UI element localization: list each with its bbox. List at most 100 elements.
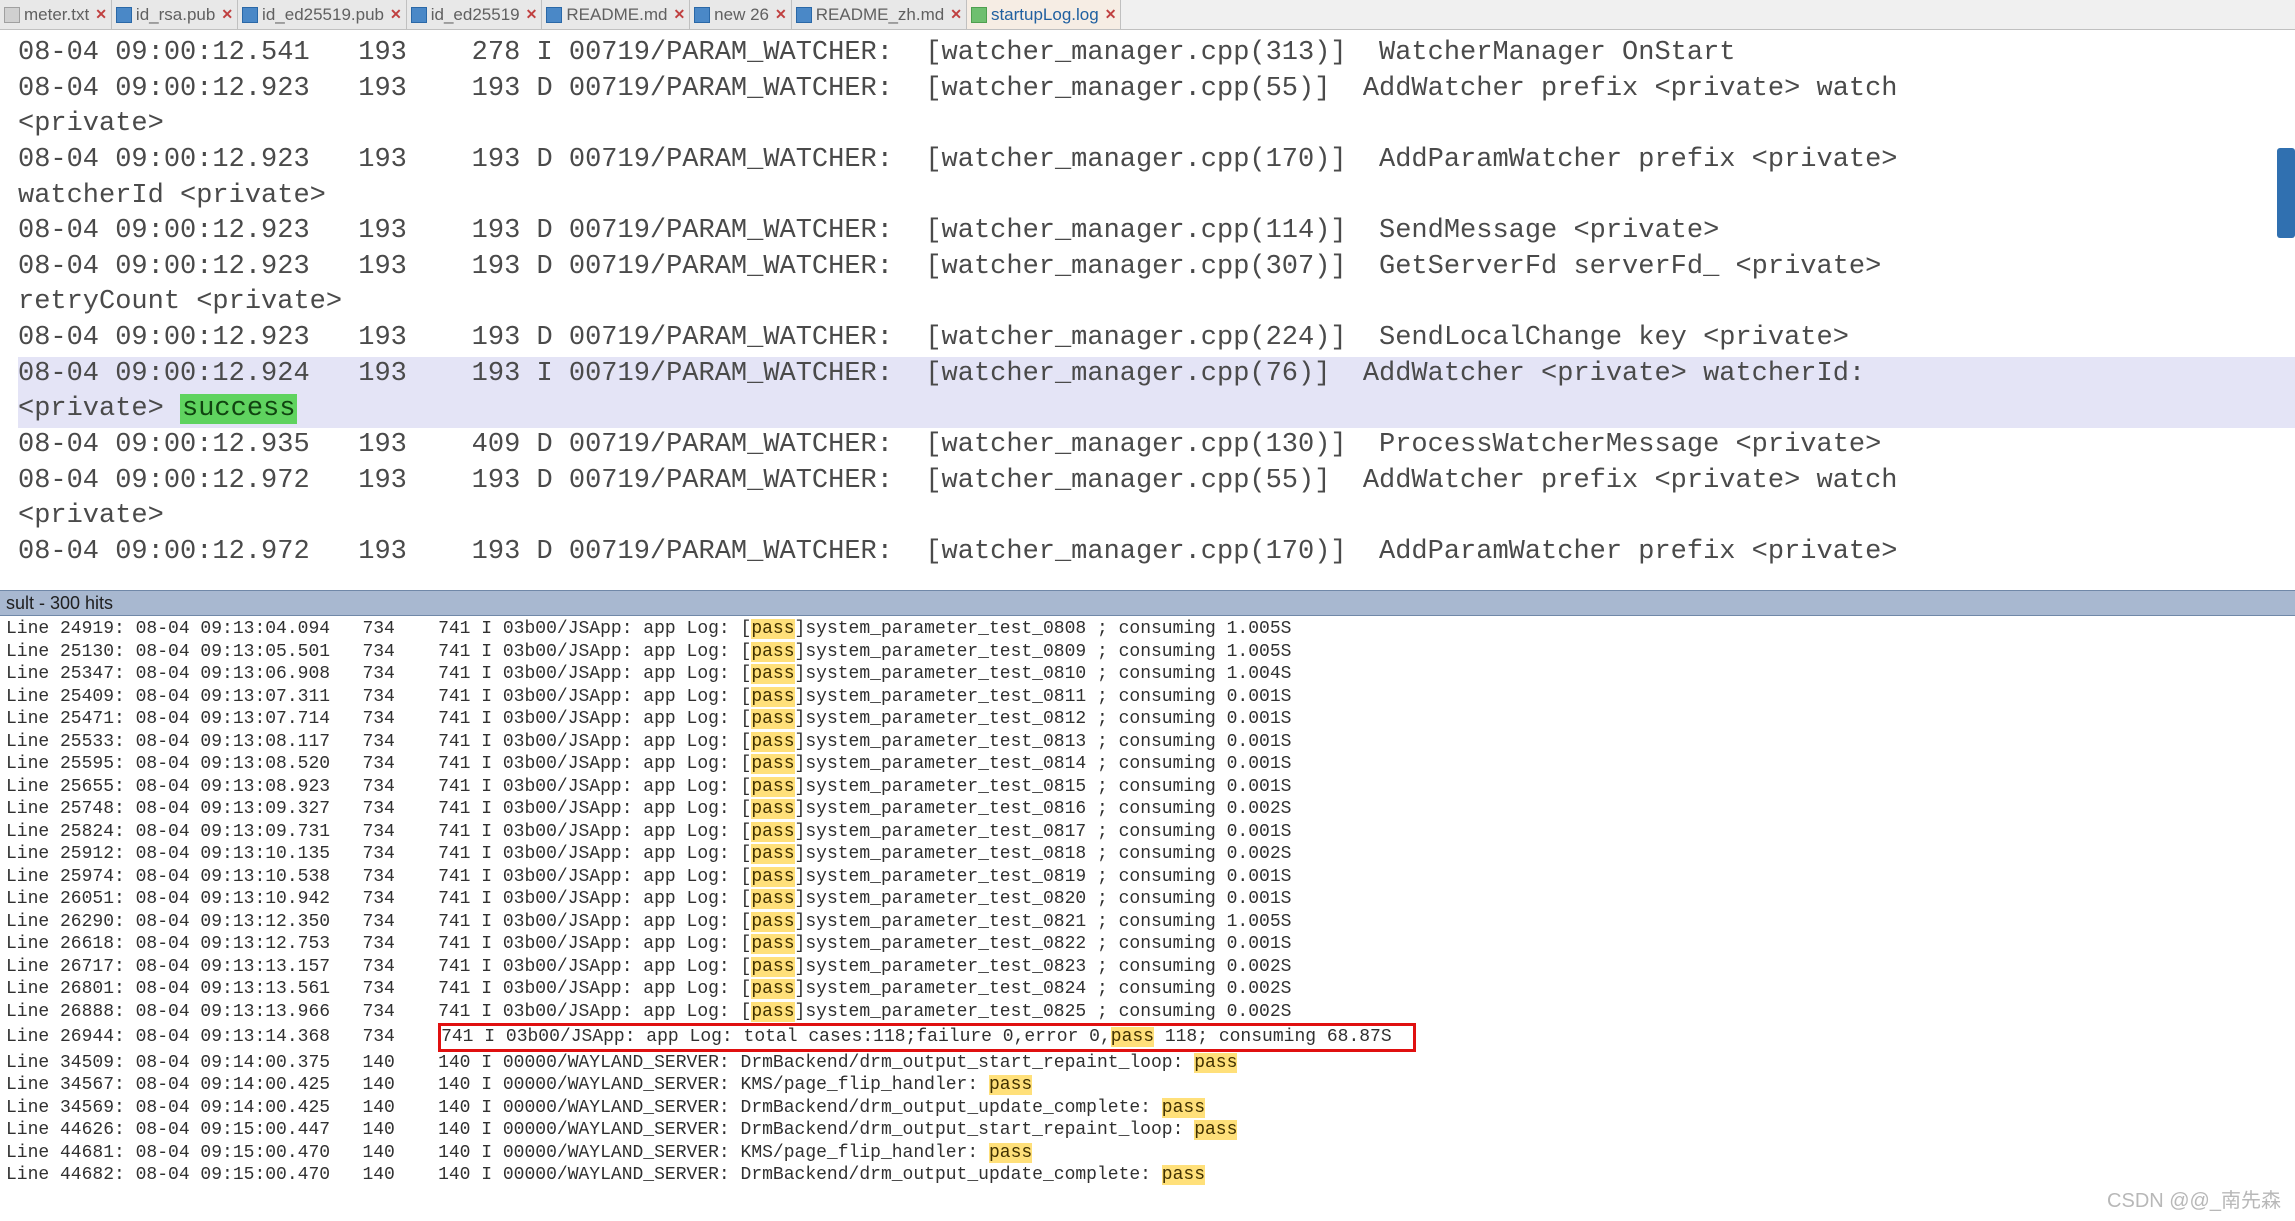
log-line[interactable]: <private> bbox=[18, 499, 2295, 535]
file-icon bbox=[796, 7, 812, 23]
log-line[interactable]: 08-04 09:00:12.923 193 193 D 00719/PARAM… bbox=[18, 250, 2295, 286]
search-result-line[interactable]: Line 25595: 08-04 09:13:08.520 734 741 I… bbox=[6, 753, 2295, 776]
search-result-line[interactable]: Line 24919: 08-04 09:13:04.094 734 741 I… bbox=[6, 618, 2295, 641]
file-icon bbox=[242, 7, 258, 23]
search-result-line[interactable]: Line 26944: 08-04 09:13:14.368 734 741 I… bbox=[6, 1023, 2295, 1052]
close-icon[interactable]: ✕ bbox=[950, 6, 962, 23]
highlight-pass: pass bbox=[989, 1075, 1032, 1095]
file-icon bbox=[694, 7, 710, 23]
highlight-pass: pass bbox=[751, 1002, 794, 1022]
search-result-line[interactable]: Line 44681: 08-04 09:15:00.470 140 140 I… bbox=[6, 1142, 2295, 1165]
search-result-line[interactable]: Line 25533: 08-04 09:13:08.117 734 741 I… bbox=[6, 731, 2295, 754]
tab-label: README_zh.md bbox=[816, 5, 944, 25]
highlight-pass: pass bbox=[1194, 1053, 1237, 1073]
search-result-line[interactable]: Line 34509: 08-04 09:14:00.375 140 140 I… bbox=[6, 1052, 2295, 1075]
summary-highlight-box: 741 I 03b00/JSApp: app Log: total cases:… bbox=[438, 1023, 1416, 1052]
search-result-line[interactable]: Line 25409: 08-04 09:13:07.311 734 741 I… bbox=[6, 686, 2295, 709]
close-icon[interactable]: ✕ bbox=[95, 6, 107, 23]
tab-bar: meter.txt✕id_rsa.pub✕id_ed25519.pub✕id_e… bbox=[0, 0, 2295, 30]
search-result-line[interactable]: Line 26051: 08-04 09:13:10.942 734 741 I… bbox=[6, 888, 2295, 911]
highlight-pass: pass bbox=[751, 979, 794, 999]
highlight-pass: pass bbox=[1162, 1165, 1205, 1185]
log-line[interactable]: <private> success bbox=[18, 392, 2295, 428]
log-line[interactable]: 08-04 09:00:12.923 193 193 D 00719/PARAM… bbox=[18, 143, 2295, 179]
highlight-pass: pass bbox=[751, 912, 794, 932]
log-line[interactable]: 08-04 09:00:12.923 193 193 D 00719/PARAM… bbox=[18, 321, 2295, 357]
log-line[interactable]: retryCount <private> bbox=[18, 285, 2295, 321]
search-result-line[interactable]: Line 25748: 08-04 09:13:09.327 734 741 I… bbox=[6, 798, 2295, 821]
search-results-pane[interactable]: Line 24919: 08-04 09:13:04.094 734 741 I… bbox=[0, 616, 2295, 1216]
tab-label: meter.txt bbox=[24, 5, 89, 25]
highlight-pass: pass bbox=[751, 957, 794, 977]
highlight-success: success bbox=[180, 394, 297, 424]
search-result-line[interactable]: Line 26618: 08-04 09:13:12.753 734 741 I… bbox=[6, 933, 2295, 956]
highlight-pass: pass bbox=[751, 732, 794, 752]
search-result-line[interactable]: Line 44626: 08-04 09:15:00.447 140 140 I… bbox=[6, 1119, 2295, 1142]
highlight-pass: pass bbox=[751, 687, 794, 707]
highlight-pass: pass bbox=[751, 664, 794, 684]
search-result-line[interactable]: Line 25347: 08-04 09:13:06.908 734 741 I… bbox=[6, 663, 2295, 686]
tab-label: id_rsa.pub bbox=[136, 5, 215, 25]
editor-pane[interactable]: 08-04 09:00:12.541 193 278 I 00719/PARAM… bbox=[0, 30, 2295, 590]
search-result-line[interactable]: Line 25974: 08-04 09:13:10.538 734 741 I… bbox=[6, 866, 2295, 889]
close-icon[interactable]: ✕ bbox=[1105, 6, 1117, 23]
log-line[interactable]: 08-04 09:00:12.923 193 193 D 00719/PARAM… bbox=[18, 72, 2295, 108]
search-result-line[interactable]: Line 25655: 08-04 09:13:08.923 734 741 I… bbox=[6, 776, 2295, 799]
close-icon[interactable]: ✕ bbox=[526, 6, 538, 23]
search-result-line[interactable]: Line 34567: 08-04 09:14:00.425 140 140 I… bbox=[6, 1074, 2295, 1097]
file-icon bbox=[411, 7, 427, 23]
search-result-line[interactable]: Line 26801: 08-04 09:13:13.561 734 741 I… bbox=[6, 978, 2295, 1001]
tab-id-ed25519-pub[interactable]: id_ed25519.pub ✕ bbox=[238, 0, 407, 29]
scrollbar-thumb[interactable] bbox=[2277, 148, 2295, 238]
highlight-pass: pass bbox=[751, 777, 794, 797]
log-line[interactable]: 08-04 09:00:12.972 193 193 D 00719/PARAM… bbox=[18, 535, 2295, 571]
close-icon[interactable]: ✕ bbox=[390, 6, 402, 23]
search-result-line[interactable]: Line 25912: 08-04 09:13:10.135 734 741 I… bbox=[6, 843, 2295, 866]
close-icon[interactable]: ✕ bbox=[221, 6, 233, 23]
search-result-line[interactable]: Line 25130: 08-04 09:13:05.501 734 741 I… bbox=[6, 641, 2295, 664]
close-icon[interactable]: ✕ bbox=[775, 6, 787, 23]
search-result-line[interactable]: Line 26717: 08-04 09:13:13.157 734 741 I… bbox=[6, 956, 2295, 979]
file-icon bbox=[116, 7, 132, 23]
search-result-line[interactable]: Line 26888: 08-04 09:13:13.966 734 741 I… bbox=[6, 1001, 2295, 1024]
highlight-pass: pass bbox=[751, 822, 794, 842]
tab-label: id_ed25519.pub bbox=[262, 5, 384, 25]
log-line[interactable]: 08-04 09:00:12.972 193 193 D 00719/PARAM… bbox=[18, 464, 2295, 500]
search-result-line[interactable]: Line 34569: 08-04 09:14:00.425 140 140 I… bbox=[6, 1097, 2295, 1120]
watermark: CSDN @@_南先森 bbox=[2107, 1184, 2281, 1213]
tab-label: README.md bbox=[566, 5, 667, 25]
highlight-pass: pass bbox=[751, 934, 794, 954]
highlight-pass: pass bbox=[751, 844, 794, 864]
search-result-line[interactable]: Line 44682: 08-04 09:15:00.470 140 140 I… bbox=[6, 1164, 2295, 1187]
tab-readme-md[interactable]: README.md ✕ bbox=[542, 0, 690, 29]
log-line[interactable]: 08-04 09:00:12.924 193 193 I 00719/PARAM… bbox=[18, 357, 2295, 393]
search-result-line[interactable]: Line 25824: 08-04 09:13:09.731 734 741 I… bbox=[6, 821, 2295, 844]
tab-label: id_ed25519 bbox=[431, 5, 520, 25]
file-icon bbox=[971, 7, 987, 23]
tab-new-26[interactable]: new 26✕ bbox=[690, 0, 792, 29]
close-icon[interactable]: ✕ bbox=[673, 6, 685, 23]
tab-meter-txt[interactable]: meter.txt ✕ bbox=[0, 0, 112, 29]
log-line[interactable]: 08-04 09:00:12.541 193 278 I 00719/PARAM… bbox=[18, 36, 2295, 72]
log-line[interactable]: <private> bbox=[18, 107, 2295, 143]
tab-id-ed25519[interactable]: id_ed25519 ✕ bbox=[407, 0, 543, 29]
highlight-pass: pass bbox=[751, 754, 794, 774]
log-line[interactable]: watcherId <private> bbox=[18, 179, 2295, 215]
search-result-line[interactable]: Line 26290: 08-04 09:13:12.350 734 741 I… bbox=[6, 911, 2295, 934]
highlight-pass: pass bbox=[751, 799, 794, 819]
highlight-pass: pass bbox=[751, 867, 794, 887]
search-results-header: sult - 300 hits bbox=[0, 590, 2295, 616]
log-line[interactable]: 08-04 09:00:12.935 193 409 D 00719/PARAM… bbox=[18, 428, 2295, 464]
log-line[interactable]: 08-04 09:00:12.923 193 193 D 00719/PARAM… bbox=[18, 214, 2295, 250]
highlight-pass: pass bbox=[751, 889, 794, 909]
tab-startuplog-log[interactable]: startupLog.log ✕ bbox=[967, 0, 1121, 29]
search-result-line[interactable]: Line 25471: 08-04 09:13:07.714 734 741 I… bbox=[6, 708, 2295, 731]
tab-readme-zh-md[interactable]: README_zh.md ✕ bbox=[792, 0, 967, 29]
tab-id-rsa-pub[interactable]: id_rsa.pub ✕ bbox=[112, 0, 238, 29]
highlight-pass: pass bbox=[751, 709, 794, 729]
file-icon bbox=[546, 7, 562, 23]
tab-label: startupLog.log bbox=[991, 5, 1099, 25]
highlight-pass: pass bbox=[1162, 1098, 1205, 1118]
highlight-pass: pass bbox=[989, 1143, 1032, 1163]
highlight-pass: pass bbox=[1111, 1027, 1154, 1047]
